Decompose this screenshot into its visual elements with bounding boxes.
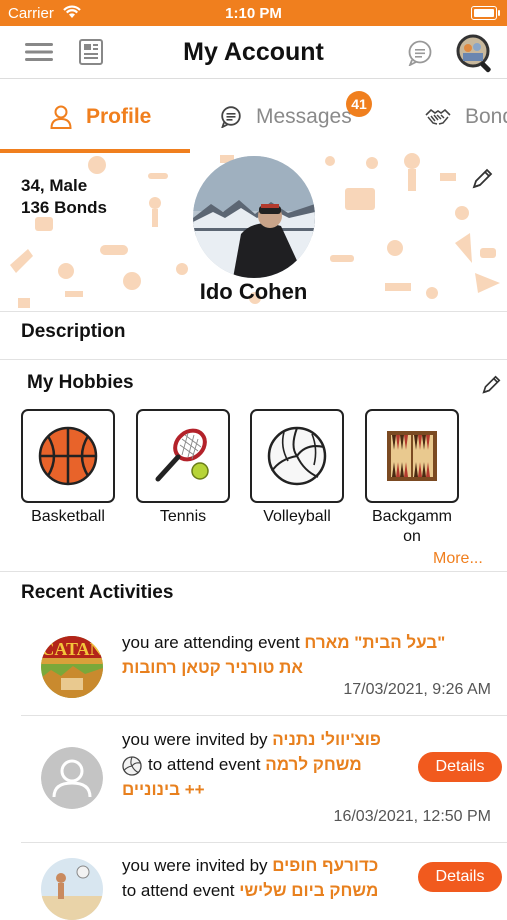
profile-stats: 34, Male 136 Bonds: [21, 175, 107, 219]
volleyball-icon: [122, 755, 142, 776]
beach-volleyball-avatar[interactable]: [41, 858, 103, 920]
divider: [0, 359, 507, 360]
hobby-label: Basketball: [31, 508, 105, 525]
recent-activities-heading: Recent Activities: [21, 582, 174, 603]
backgammon-icon: [387, 431, 437, 481]
event-link-line2[interactable]: את טורניר קטאן רחובות: [122, 658, 303, 677]
tab-bonds[interactable]: Bonds: [425, 97, 507, 137]
details-button[interactable]: Details: [418, 752, 502, 782]
tab-bar: Profile Messages 41 Bonds: [0, 79, 507, 154]
event-avatar-catan[interactable]: CATAN: [41, 636, 103, 698]
nav-bar: My Account: [0, 26, 507, 79]
divider: [21, 715, 507, 716]
basketball-icon: [38, 426, 98, 486]
volleyball-icon: [267, 426, 327, 486]
tab-messages[interactable]: Messages: [220, 97, 352, 137]
default-user-avatar[interactable]: [41, 747, 103, 809]
edit-hobbies-icon[interactable]: [480, 374, 502, 396]
status-time: 1:10 PM: [225, 5, 282, 22]
hobby-volleyball[interactable]: Volleyball: [250, 409, 344, 527]
hobbies-heading: My Hobbies: [27, 372, 134, 393]
user-icon: [50, 105, 72, 129]
status-bar: Carrier 1:10 PM: [0, 0, 507, 26]
hobby-tennis[interactable]: Tennis: [136, 409, 230, 527]
search-people-icon[interactable]: [456, 34, 496, 74]
edit-profile-icon[interactable]: [470, 167, 494, 191]
hobby-backgammon[interactable]: Backgamm on: [365, 409, 459, 547]
chat-bubble-icon[interactable]: [406, 40, 434, 66]
tab-profile[interactable]: Profile: [50, 97, 151, 137]
hobby-basketball[interactable]: Basketball: [21, 409, 115, 527]
tennis-icon: [155, 428, 209, 482]
hobby-label: Volleyball: [263, 508, 331, 525]
activity-description: you were invited by: [122, 856, 268, 875]
tab-profile-label: Profile: [86, 105, 152, 128]
divider: [0, 571, 507, 572]
details-button[interactable]: Details: [418, 862, 502, 892]
activity-description-mid: to attend event: [148, 755, 261, 774]
bonds-count[interactable]: 136 Bonds: [21, 197, 107, 219]
battery-icon: [471, 6, 500, 20]
activity-description: you were invited by: [122, 730, 268, 749]
event-link[interactable]: משחק לרמה: [265, 755, 361, 774]
hobby-label-line1: Backgamm: [371, 508, 453, 525]
activity-text: you were invited by כדורעף חופים to atte…: [122, 853, 412, 903]
profile-header: 34, Male 136 Bonds Ido Cohen: [0, 153, 507, 312]
tab-messages-label: Messages: [256, 105, 352, 128]
activity-text: you are attending event "בעל הבית" מארח …: [122, 630, 492, 680]
event-link[interactable]: משחק ביום שלישי: [239, 881, 378, 900]
divider: [21, 842, 507, 843]
activity-description: you are attending event: [122, 633, 300, 652]
hobby-tile[interactable]: [250, 409, 344, 503]
more-hobbies-link[interactable]: More...: [433, 550, 483, 568]
event-link-line2[interactable]: ++ בינוניים: [122, 780, 205, 799]
inviter-link[interactable]: כדורעף חופים: [272, 856, 378, 875]
activity-description-mid: to attend event: [122, 881, 235, 900]
hobby-tile[interactable]: [21, 409, 115, 503]
handshake-icon: [425, 107, 451, 127]
activity-timestamp: 17/03/2021, 9:26 AM: [343, 681, 491, 698]
messages-badge: 41: [346, 91, 372, 117]
event-link[interactable]: "בעל הבית" מארח: [304, 633, 445, 652]
age-gender: 34, Male: [21, 176, 88, 195]
profile-photo[interactable]: [193, 156, 315, 278]
hobby-tile[interactable]: [365, 409, 459, 503]
inviter-link[interactable]: פוצ'יוולי נתניה: [272, 730, 381, 749]
hobby-label: Backgamm on: [365, 507, 459, 547]
hobby-tile[interactable]: [136, 409, 230, 503]
hobby-label: Tennis: [159, 508, 207, 525]
activity-text: you were invited by פוצ'יוולי נתניה to a…: [122, 727, 412, 802]
description-heading: Description: [21, 321, 126, 342]
svg-text:CATAN: CATAN: [41, 639, 102, 659]
tab-bonds-label: Bonds: [465, 105, 507, 128]
activity-timestamp: 16/03/2021, 12:50 PM: [333, 808, 491, 825]
message-bubble-icon: [220, 106, 242, 128]
hobby-label-line2: on: [403, 528, 421, 545]
profile-name: Ido Cohen: [199, 279, 308, 304]
